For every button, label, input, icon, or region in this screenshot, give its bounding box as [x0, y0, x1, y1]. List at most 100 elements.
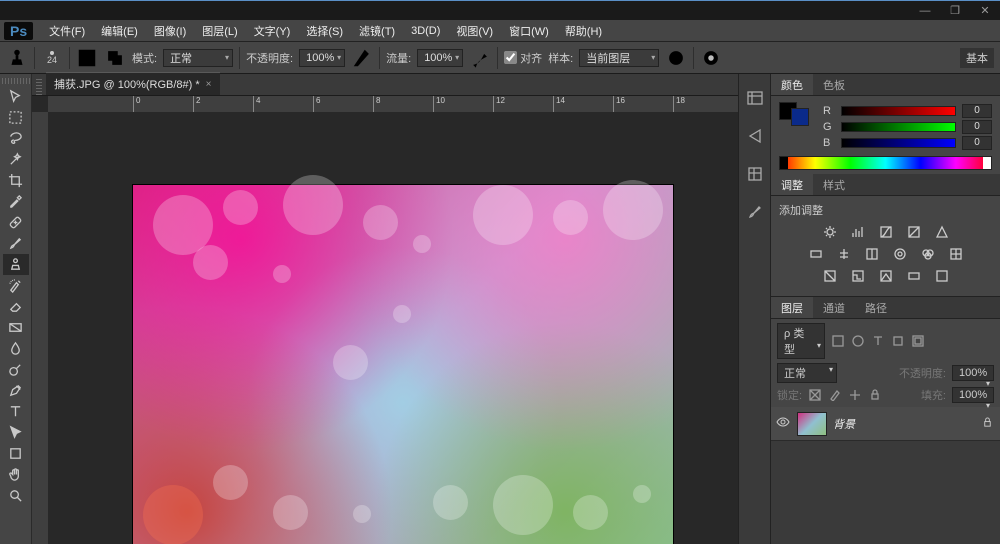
tab-grip[interactable]	[36, 79, 42, 95]
layer-opacity-select[interactable]: 100%	[952, 365, 994, 381]
healing-tool[interactable]	[3, 212, 29, 233]
menu-image[interactable]: 图像(I)	[146, 21, 194, 41]
restore-button[interactable]: ❐	[940, 2, 970, 20]
ruler-horizontal[interactable]: 0 2 4 6 8 10 12 14 16 18	[48, 96, 738, 112]
curves-icon[interactable]	[877, 224, 895, 240]
tab-channels[interactable]: 通道	[813, 297, 855, 318]
colorlookup-icon[interactable]	[947, 246, 965, 262]
dodge-tool[interactable]	[3, 359, 29, 380]
blur-tool[interactable]	[3, 338, 29, 359]
toolbox-grip[interactable]	[2, 78, 30, 84]
b-value[interactable]: 0	[962, 136, 992, 150]
colorbalance-icon[interactable]	[835, 246, 853, 262]
properties-panel-icon[interactable]	[743, 162, 767, 186]
menu-layer[interactable]: 图层(L)	[194, 21, 245, 41]
visibility-toggle-icon[interactable]	[775, 415, 791, 432]
document-tab[interactable]: 捕获.JPG @ 100%(RGB/8#) * ×	[46, 72, 220, 95]
filter-pixel-icon[interactable]	[831, 334, 845, 348]
background-swatch[interactable]	[791, 108, 809, 126]
layer-thumbnail[interactable]	[797, 412, 827, 436]
tab-swatches[interactable]: 色板	[813, 74, 855, 95]
lock-pixels-icon[interactable]	[828, 388, 842, 402]
tab-layers[interactable]: 图层	[771, 297, 813, 318]
selectivecolor-icon[interactable]	[933, 268, 951, 284]
menu-window[interactable]: 窗口(W)	[501, 21, 557, 41]
layer-filter-kind[interactable]: ρ 类型	[777, 323, 825, 359]
clone-overlay-icon[interactable]	[104, 47, 126, 69]
b-slider[interactable]	[841, 138, 956, 148]
aligned-checkbox[interactable]: 对齐	[504, 50, 542, 66]
gradient-tool[interactable]	[3, 317, 29, 338]
opacity-select[interactable]: 100%	[299, 49, 345, 67]
brush-panel-toggle-icon[interactable]	[76, 47, 98, 69]
airbrush-icon[interactable]	[469, 47, 491, 69]
history-brush-tool[interactable]	[3, 275, 29, 296]
menu-select[interactable]: 选择(S)	[298, 21, 351, 41]
lasso-tool[interactable]	[3, 128, 29, 149]
filter-shape-icon[interactable]	[891, 334, 905, 348]
tab-styles[interactable]: 样式	[813, 174, 855, 195]
tab-color[interactable]: 颜色	[771, 74, 813, 95]
levels-icon[interactable]	[849, 224, 867, 240]
lock-all-icon[interactable]	[868, 388, 882, 402]
move-tool[interactable]	[3, 86, 29, 107]
flow-select[interactable]: 100%	[417, 49, 463, 67]
r-slider[interactable]	[841, 106, 956, 116]
canvas[interactable]	[48, 112, 738, 544]
posterize-icon[interactable]	[849, 268, 867, 284]
invert-icon[interactable]	[821, 268, 839, 284]
menu-filter[interactable]: 滤镜(T)	[351, 21, 403, 41]
eraser-tool[interactable]	[3, 296, 29, 317]
hand-tool[interactable]	[3, 464, 29, 485]
crop-tool[interactable]	[3, 170, 29, 191]
tab-adjustments[interactable]: 调整	[771, 174, 813, 195]
pressure-size-icon[interactable]	[700, 47, 722, 69]
actions-panel-icon[interactable]	[743, 124, 767, 148]
gradientmap-icon[interactable]	[905, 268, 923, 284]
brushes-panel-icon[interactable]	[743, 200, 767, 224]
close-tab-icon[interactable]: ×	[206, 79, 212, 90]
clone-stamp-tool[interactable]	[3, 254, 29, 275]
eyedropper-tool[interactable]	[3, 191, 29, 212]
g-slider[interactable]	[841, 122, 956, 132]
menu-file[interactable]: 文件(F)	[41, 21, 93, 41]
vibrance-icon[interactable]	[933, 224, 951, 240]
brightness-icon[interactable]	[821, 224, 839, 240]
blend-mode-select[interactable]: 正常	[163, 49, 233, 67]
lock-transparency-icon[interactable]	[808, 388, 822, 402]
zoom-tool[interactable]	[3, 485, 29, 506]
sample-select[interactable]: 当前图层	[579, 49, 659, 67]
menu-view[interactable]: 视图(V)	[448, 21, 501, 41]
minimize-button[interactable]: —	[910, 2, 940, 20]
layer-row[interactable]: 背景	[771, 407, 1000, 441]
layer-name[interactable]: 背景	[833, 416, 976, 432]
color-spectrum[interactable]	[779, 156, 992, 170]
pressure-opacity-icon[interactable]	[351, 47, 373, 69]
channelmixer-icon[interactable]	[919, 246, 937, 262]
menu-3d[interactable]: 3D(D)	[403, 23, 448, 39]
workspace-switcher[interactable]: 基本	[960, 48, 994, 68]
lock-position-icon[interactable]	[848, 388, 862, 402]
menu-edit[interactable]: 编辑(E)	[93, 21, 146, 41]
filter-adjust-icon[interactable]	[851, 334, 865, 348]
bw-icon[interactable]	[863, 246, 881, 262]
brush-tool[interactable]	[3, 233, 29, 254]
tab-paths[interactable]: 路径	[855, 297, 897, 318]
photofilter-icon[interactable]	[891, 246, 909, 262]
path-select-tool[interactable]	[3, 422, 29, 443]
fill-select[interactable]: 100%	[952, 387, 994, 403]
exposure-icon[interactable]	[905, 224, 923, 240]
menu-help[interactable]: 帮助(H)	[557, 21, 610, 41]
pen-tool[interactable]	[3, 380, 29, 401]
type-tool[interactable]	[3, 401, 29, 422]
color-swatches[interactable]	[779, 102, 815, 148]
marquee-tool[interactable]	[3, 107, 29, 128]
hue-icon[interactable]	[807, 246, 825, 262]
brush-preset-picker[interactable]: 24	[41, 47, 63, 69]
r-value[interactable]: 0	[962, 104, 992, 118]
filter-smart-icon[interactable]	[911, 334, 925, 348]
history-panel-icon[interactable]	[743, 86, 767, 110]
g-value[interactable]: 0	[962, 120, 992, 134]
ruler-vertical[interactable]	[32, 112, 48, 544]
shape-tool[interactable]	[3, 443, 29, 464]
